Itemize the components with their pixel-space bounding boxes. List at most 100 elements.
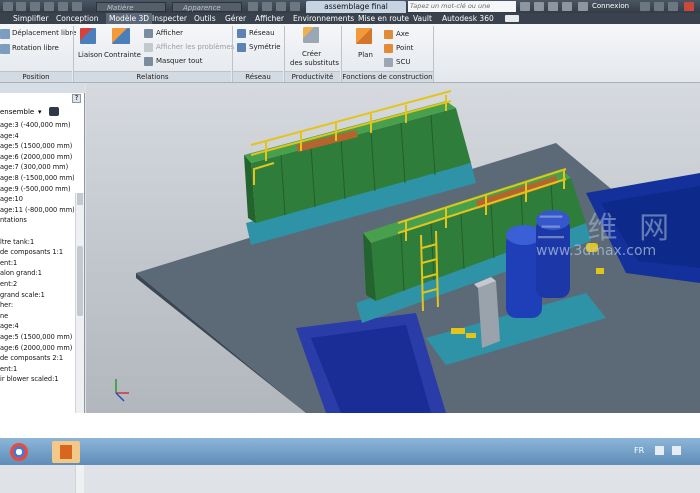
panel-title-reseau[interactable]: Réseau: [233, 71, 283, 82]
tab-modele-3d[interactable]: Modèle 3D: [106, 13, 153, 24]
volume-icon[interactable]: [672, 446, 681, 455]
browser-tree-item[interactable]: de composants 1:1: [0, 248, 63, 256]
help-button[interactable]: ?: [72, 94, 81, 103]
save-icon[interactable]: [44, 2, 54, 11]
browser-tree-item[interactable]: grand scale:1: [0, 291, 45, 299]
person-icon[interactable]: [562, 2, 572, 11]
masquer-tout-button[interactable]: Masquer tout: [156, 57, 202, 65]
windows-taskbar: FR: [0, 438, 700, 465]
view-axis-triad[interactable]: [115, 379, 129, 402]
browser-tree-item[interactable]: ltre tank:1: [0, 238, 34, 246]
browser-tree-item[interactable]: age:10: [0, 195, 23, 203]
ribbon: Déplacement libre Rotation libre Positio…: [0, 24, 700, 83]
chrome-icon[interactable]: [10, 443, 28, 461]
scu-button[interactable]: SCU: [396, 58, 410, 66]
tab-afficher[interactable]: Afficher: [255, 13, 284, 24]
axe-button[interactable]: Axe: [396, 30, 409, 38]
binoculars-icon[interactable]: [520, 2, 530, 11]
open-icon[interactable]: [30, 2, 40, 11]
tab-environnements[interactable]: Environnements: [293, 13, 354, 24]
app-menu-icon[interactable]: [3, 2, 13, 11]
browser-tree-item[interactable]: ent:1: [0, 365, 17, 373]
browser-tree-item[interactable]: age:6 (2000,000 mm): [0, 153, 72, 161]
afficher-problemes-button[interactable]: Afficher les problèmes: [156, 43, 234, 51]
symetrie-button[interactable]: Symétrie: [249, 43, 281, 51]
afficher-button[interactable]: Afficher: [156, 29, 183, 37]
creer-substituts-button[interactable]: des substituts: [290, 59, 339, 67]
panel-title-productivite[interactable]: Productivité: [285, 71, 340, 82]
browser-tree-item[interactable]: age:11 (-800,000 mm): [0, 206, 74, 214]
login-link[interactable]: Connexion: [592, 2, 629, 11]
browser-dropdown-arrow-icon[interactable]: ▾: [38, 108, 42, 116]
browser-tree-item[interactable]: ntations: [0, 216, 27, 224]
redo-icon[interactable]: [72, 2, 82, 11]
tab-gerer[interactable]: Gérer: [225, 13, 246, 24]
browser-tree-item[interactable]: age:6 (2000,000 mm): [0, 344, 72, 352]
adjust-icon[interactable]: [248, 2, 258, 11]
browser-tree-item[interactable]: age:9 (-500,000 mm): [0, 185, 71, 193]
panel-title-construction[interactable]: Fonctions de construction: [342, 71, 433, 82]
help-icon[interactable]: [654, 2, 664, 11]
minimize-button[interactable]: [640, 2, 650, 11]
binoculars-icon[interactable]: [49, 107, 59, 116]
panel-title-position[interactable]: Position: [0, 71, 72, 82]
network-icon[interactable]: [655, 446, 664, 455]
search-input[interactable]: Tapez un mot-clé ou une expression: [408, 1, 516, 21]
browser-tree-item[interactable]: age:4: [0, 132, 19, 140]
tab-inspecter[interactable]: Inspecter: [152, 13, 187, 24]
tab-simplifier[interactable]: Simplifier: [13, 13, 49, 24]
scroll-up-icon[interactable]: [77, 193, 83, 205]
tab-outils[interactable]: Outils: [194, 13, 216, 24]
browser-tree-item[interactable]: ent:1: [0, 259, 17, 267]
tab-vault[interactable]: Vault: [413, 13, 432, 24]
browser-tree-item[interactable]: alon grand:1: [0, 269, 42, 277]
browser-tree-item[interactable]: age:5 (1500,000 mm): [0, 142, 72, 150]
fx-icon[interactable]: [276, 2, 286, 11]
browser-tree-item[interactable]: age:5 (1500,000 mm): [0, 333, 72, 341]
maximize-button[interactable]: [668, 2, 678, 11]
deplacement-libre-button[interactable]: Déplacement libre: [12, 29, 76, 37]
appearance-dropdown[interactable]: Apparence: [172, 2, 242, 12]
browser-tree-item[interactable]: ne: [0, 312, 8, 320]
undo-icon[interactable]: [58, 2, 68, 11]
scroll-thumb[interactable]: [77, 246, 83, 316]
browser-tree-item[interactable]: her:: [0, 301, 13, 309]
panel-title-relations[interactable]: Relations: [74, 71, 231, 82]
watermark-cn: 三 维 网: [536, 211, 676, 246]
contrainte-button[interactable]: Contrainte: [104, 51, 141, 59]
browser-tree-item[interactable]: age:4: [0, 322, 19, 330]
rotation-libre-button[interactable]: Rotation libre: [12, 44, 59, 52]
tab-conception[interactable]: Conception: [56, 13, 98, 24]
3d-viewport[interactable]: 三 维 网 www.3dmax.com: [86, 83, 700, 413]
liaison-button[interactable]: Liaison: [78, 51, 102, 59]
browser-tree-item[interactable]: de composants 2:1: [0, 354, 63, 362]
browser-tree-item[interactable]: age:3 (-400,000 mm): [0, 121, 71, 129]
reseau-button[interactable]: Réseau: [249, 29, 275, 37]
browser-tree-item[interactable]: ent:2: [0, 280, 17, 288]
quick-access-icon[interactable]: [290, 2, 300, 11]
tab-mise-en-route[interactable]: Mise en route: [358, 13, 409, 24]
ribbon-toggle-icon[interactable]: [505, 15, 519, 22]
rotate-icon: [0, 44, 10, 54]
contrainte-icon: [112, 28, 130, 44]
inventor-taskbar-button[interactable]: [52, 441, 80, 463]
browser-tree-item[interactable]: ir blower scaled:1: [0, 375, 59, 383]
star-icon[interactable]: [548, 2, 558, 11]
user-icon[interactable]: [578, 2, 588, 11]
creer-label[interactable]: Créer: [302, 50, 321, 58]
tab-autodesk-360[interactable]: Autodesk 360: [442, 13, 494, 24]
axe-icon: [384, 30, 393, 39]
plan-button[interactable]: Plan: [358, 51, 373, 59]
browser-tree: age:3 (-400,000 mm) age:4 age:5 (1500,000 …: [0, 121, 74, 411]
language-indicator[interactable]: FR: [634, 446, 644, 455]
symetrie-icon: [237, 43, 246, 52]
material-dropdown[interactable]: Matière: [96, 2, 166, 12]
new-icon[interactable]: [16, 2, 26, 11]
tools-icon[interactable]: [534, 2, 544, 11]
browser-tree-item[interactable]: age:7 (300,000 mm): [0, 163, 68, 171]
browser-tree-item[interactable]: age:8 (-1500,000 mm): [0, 174, 74, 182]
document-tab[interactable]: assemblage final: [306, 1, 406, 13]
point-button[interactable]: Point: [396, 44, 413, 52]
clear-icon[interactable]: [262, 2, 272, 11]
close-button[interactable]: [684, 2, 694, 11]
